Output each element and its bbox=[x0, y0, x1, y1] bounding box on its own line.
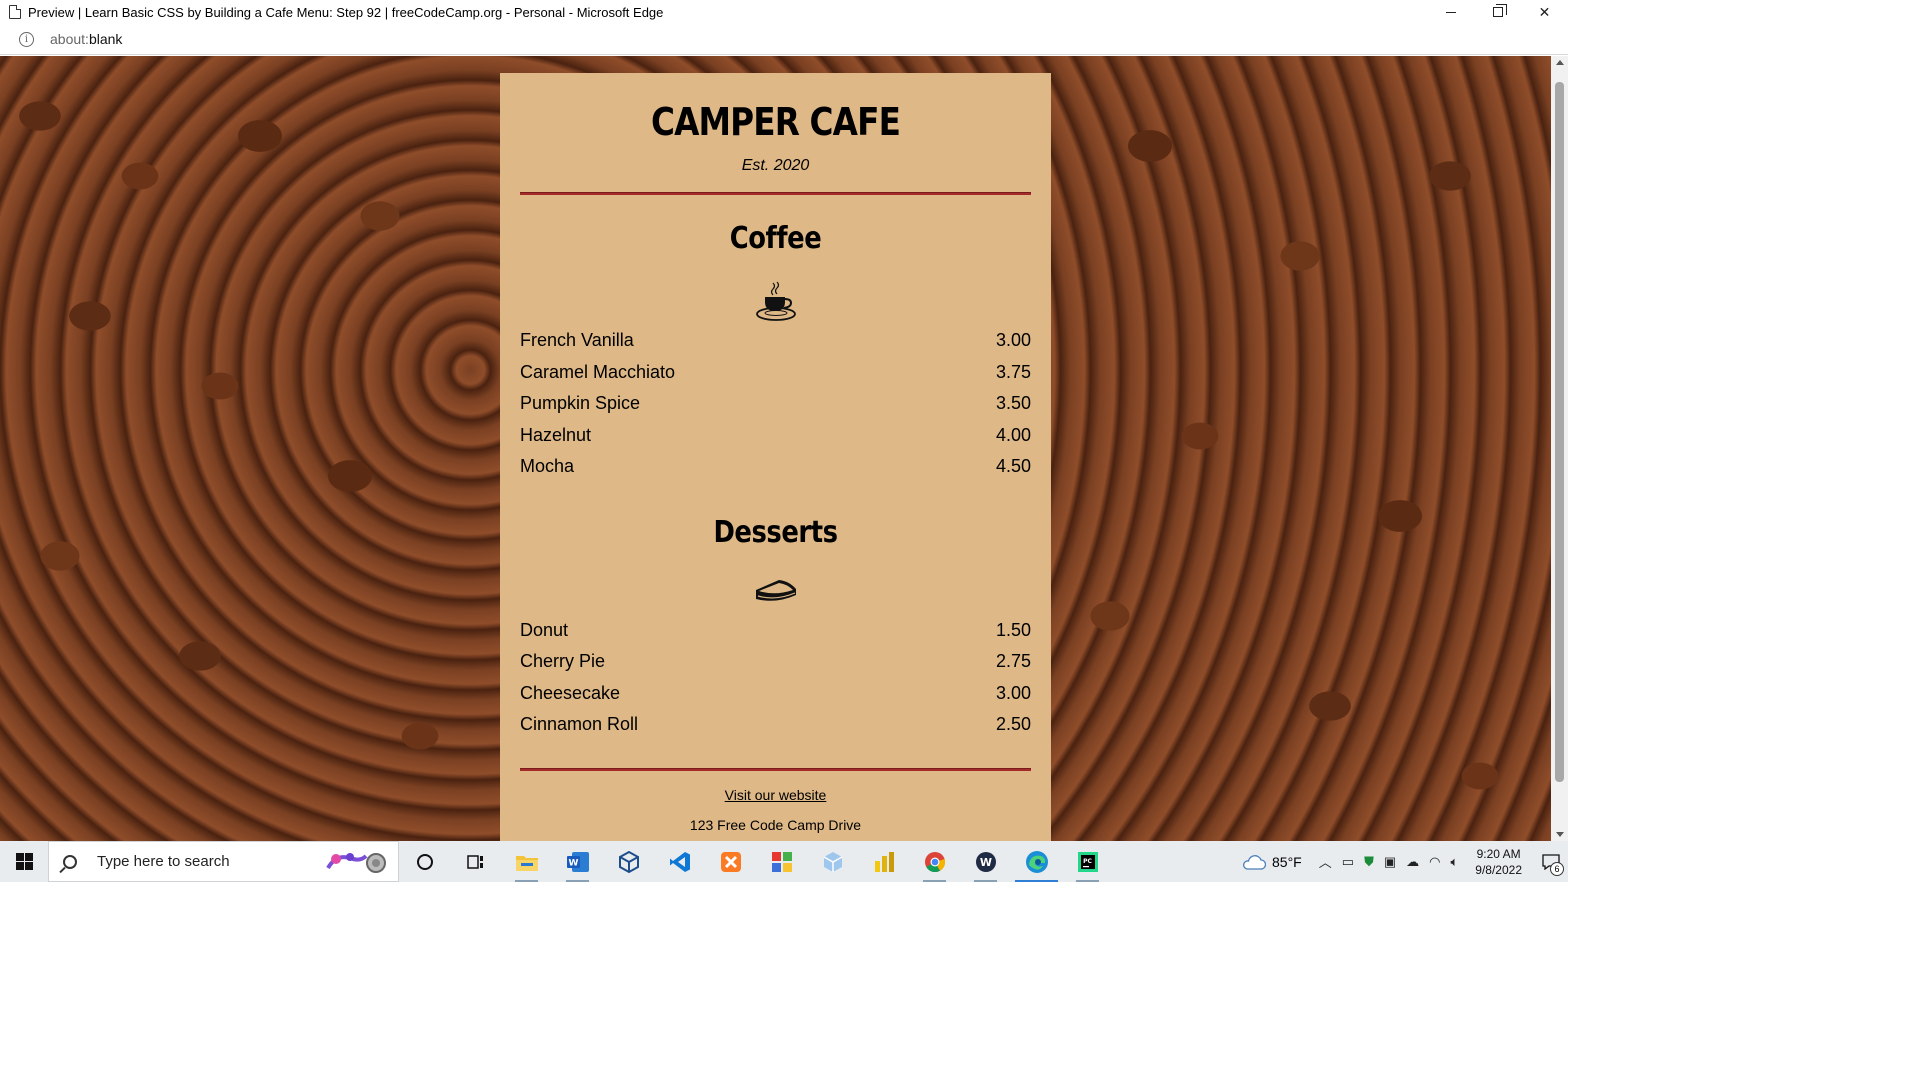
page-viewport: CAMPER CAFE Est. 2020 Coffee French Vani… bbox=[0, 56, 1568, 841]
svg-text:W: W bbox=[979, 856, 991, 869]
svg-text:PC: PC bbox=[1083, 858, 1092, 865]
cloud-icon bbox=[1243, 854, 1267, 870]
notification-count: 6 bbox=[1550, 862, 1564, 876]
wifi-icon[interactable]: ◠ bbox=[1429, 854, 1440, 870]
item-price: 3.00 bbox=[995, 682, 1031, 703]
desserts-section-title: Desserts bbox=[713, 514, 838, 550]
menu-item: Mocha 4.50 bbox=[520, 451, 1031, 483]
menu-item: Donut 1.50 bbox=[520, 615, 1031, 647]
cortana-icon[interactable] bbox=[399, 841, 450, 882]
menu-item: Caramel Macchiato 3.75 bbox=[520, 357, 1031, 389]
item-name: French Vanilla bbox=[520, 330, 634, 350]
word-icon[interactable]: W bbox=[552, 841, 603, 882]
wordpad-icon[interactable]: W bbox=[960, 841, 1011, 882]
address-text: 123 Free Code Camp Drive bbox=[689, 816, 862, 833]
xampp-icon[interactable] bbox=[705, 841, 756, 882]
task-view-icon[interactable] bbox=[450, 841, 501, 882]
menu-item: Cinnamon Roll 2.50 bbox=[520, 709, 1031, 741]
onedrive-cloud-icon[interactable]: ☁ bbox=[1406, 854, 1419, 870]
menu-item: Hazelnut 4.00 bbox=[520, 420, 1031, 452]
menu-item: Cherry Pie 2.75 bbox=[520, 646, 1031, 678]
battery-icon[interactable]: ▭ bbox=[1342, 854, 1354, 870]
item-price: 3.00 bbox=[995, 330, 1031, 350]
item-price: 2.75 bbox=[995, 651, 1031, 671]
item-name: Donut bbox=[520, 619, 569, 640]
package-icon[interactable] bbox=[807, 841, 858, 882]
menu-item: Pumpkin Spice 3.50 bbox=[520, 388, 1031, 420]
top-divider bbox=[520, 192, 1031, 195]
item-price: 2.50 bbox=[995, 714, 1031, 734]
system-tray: 85°F ︿ ▭ ⛊ ▣ ☁ ◠ 🔈︎ 9:20 AM 9/8/2022 6 bbox=[1240, 841, 1568, 882]
item-name: Cherry Pie bbox=[520, 651, 606, 671]
search-placeholder: Type here to search bbox=[97, 853, 230, 870]
clock[interactable]: 9:20 AM 9/8/2022 bbox=[1475, 846, 1522, 878]
item-name: Hazelnut bbox=[520, 424, 592, 445]
address-bar[interactable]: i about:blank bbox=[0, 24, 1568, 55]
visit-website-link[interactable]: Visit our website bbox=[520, 787, 1031, 803]
clock-date: 9/8/2022 bbox=[1475, 862, 1522, 877]
svg-text:W: W bbox=[568, 858, 578, 868]
menu-item: Cheesecake 3.00 bbox=[520, 678, 1031, 710]
vscode-icon[interactable] bbox=[654, 841, 705, 882]
taskbar-search[interactable]: Type here to search bbox=[48, 841, 399, 882]
scrollbar-thumb[interactable] bbox=[1555, 82, 1564, 782]
power-bi-icon[interactable] bbox=[858, 841, 909, 882]
app-grid-icon[interactable] bbox=[756, 841, 807, 882]
url-text[interactable]: about:blank bbox=[50, 31, 122, 47]
page-icon bbox=[9, 5, 21, 19]
chrome-icon[interactable] bbox=[909, 841, 960, 882]
temperature-text: 85°F bbox=[1272, 853, 1302, 870]
taskbar: Type here to search W W PC 85°F ︿ ▭ ⛊ ▣ … bbox=[0, 841, 1568, 882]
edge-icon[interactable] bbox=[1011, 841, 1062, 882]
device-icon[interactable]: ▣ bbox=[1384, 854, 1396, 870]
security-shield-icon[interactable]: ⛊ bbox=[1364, 854, 1374, 870]
file-explorer-icon[interactable] bbox=[501, 841, 552, 882]
volume-icon[interactable]: 🔈︎ bbox=[1450, 854, 1458, 870]
item-name: Caramel Macchiato bbox=[520, 361, 676, 382]
scroll-down-icon[interactable] bbox=[1556, 832, 1564, 837]
item-price: 4.00 bbox=[995, 424, 1031, 445]
menu-card: CAMPER CAFE Est. 2020 Coffee French Vani… bbox=[500, 73, 1051, 841]
info-icon[interactable]: i bbox=[19, 31, 34, 47]
window-title: Preview | Learn Basic CSS by Building a … bbox=[28, 4, 664, 20]
search-highlight-icon bbox=[326, 853, 386, 873]
url-scheme: about: bbox=[50, 31, 89, 47]
weather-widget[interactable]: 85°F bbox=[1240, 853, 1302, 871]
url-path: blank bbox=[88, 31, 123, 47]
vertical-scrollbar[interactable] bbox=[1551, 56, 1568, 841]
coffee-items-list: French Vanilla 3.00 Caramel Macchiato 3.75… bbox=[520, 325, 1031, 483]
item-price: 3.50 bbox=[995, 393, 1031, 413]
start-button[interactable] bbox=[0, 841, 48, 882]
chevron-up-icon[interactable]: ︿ bbox=[1319, 852, 1332, 871]
restore-button[interactable] bbox=[1474, 0, 1521, 24]
windows-logo-icon bbox=[15, 853, 33, 870]
virtualbox-icon[interactable] bbox=[603, 841, 654, 882]
established-text: Est. 2020 bbox=[741, 157, 810, 174]
pie-slice-icon bbox=[755, 579, 796, 601]
item-name: Mocha bbox=[520, 456, 575, 476]
item-price: 4.50 bbox=[995, 456, 1031, 476]
item-name: Cheesecake bbox=[520, 682, 621, 703]
item-name: Cinnamon Roll bbox=[520, 714, 639, 734]
coffee-cup-icon bbox=[755, 281, 796, 321]
notification-button[interactable]: 6 bbox=[1534, 841, 1568, 882]
item-price: 3.75 bbox=[995, 361, 1031, 382]
cafe-title: CAMPER CAFE bbox=[650, 100, 901, 144]
pycharm-icon[interactable]: PC bbox=[1062, 841, 1113, 882]
window-controls: ✕ bbox=[1427, 0, 1568, 24]
clock-time: 9:20 AM bbox=[1476, 846, 1521, 861]
bottom-divider bbox=[520, 767, 1031, 771]
close-button[interactable]: ✕ bbox=[1521, 0, 1568, 24]
menu-item: French Vanilla 3.00 bbox=[520, 325, 1031, 357]
item-price: 1.50 bbox=[995, 619, 1031, 640]
title-bar: Preview | Learn Basic CSS by Building a … bbox=[0, 0, 1568, 24]
scroll-up-icon[interactable] bbox=[1556, 60, 1564, 65]
minimize-button[interactable] bbox=[1427, 0, 1474, 24]
desserts-items-list: Donut 1.50 Cherry Pie 2.75 Cheesecake 3.00 … bbox=[520, 615, 1031, 741]
item-name: Pumpkin Spice bbox=[520, 393, 641, 413]
search-icon bbox=[63, 854, 77, 869]
coffee-section-title: Coffee bbox=[729, 221, 822, 256]
